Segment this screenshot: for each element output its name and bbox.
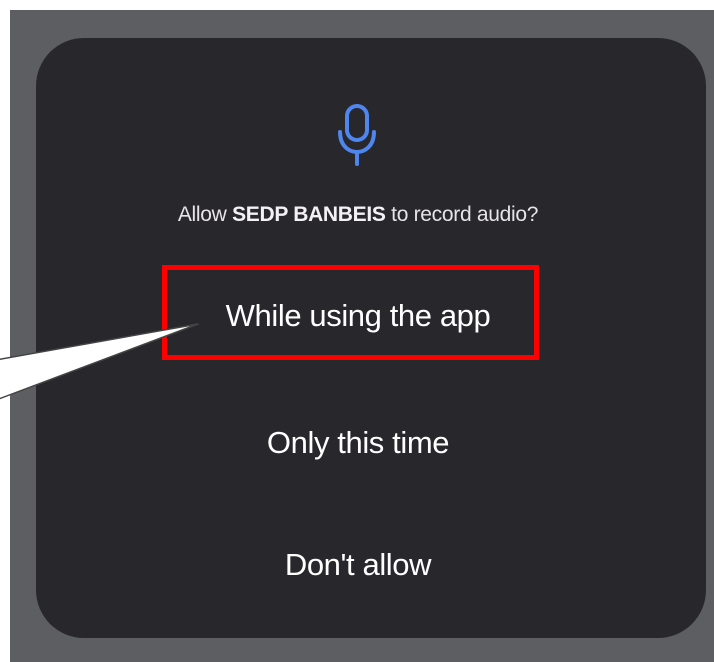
callout-pointer [0,323,199,400]
screenshot: Allow SEDP BANBEIS to record audio? Whil… [0,0,714,662]
